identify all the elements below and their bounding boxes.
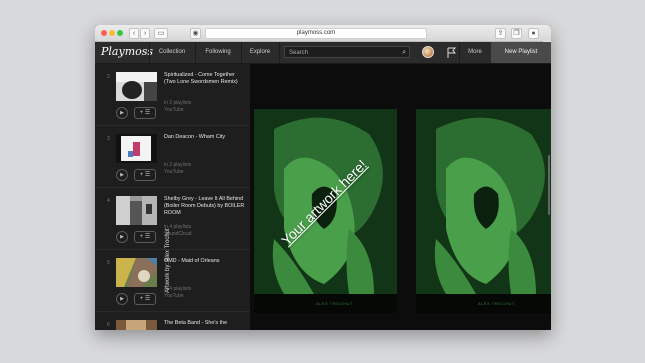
search-input[interactable]: Search ⌕ xyxy=(284,46,410,58)
poster-caption: ALEX TROCHUT xyxy=(478,301,515,306)
list-item[interactable]: 5 OMD - Maid of Orleans in 4 playlists Y… xyxy=(95,250,250,312)
app-nav: Playmoss Collection Following Explore Se… xyxy=(95,42,551,64)
play-button[interactable]: ▶ xyxy=(116,107,128,119)
artwork-poster-right: ALEX TROCHUT xyxy=(416,109,551,313)
nav-following[interactable]: Following xyxy=(195,42,241,63)
add-to-playlist-button[interactable]: + ☰ xyxy=(134,169,156,181)
track-source: YouTube xyxy=(164,169,184,175)
track-title[interactable]: Spiritualized - Come Together (Two Lone … xyxy=(164,72,248,86)
track-thumbnail[interactable] xyxy=(116,320,157,330)
track-title[interactable]: Shelby Grey - Leave It All Behind (Boile… xyxy=(164,196,248,217)
track-number: 3 xyxy=(107,136,110,142)
track-number: 5 xyxy=(107,260,110,266)
flag-icon[interactable] xyxy=(446,47,456,58)
track-playlists[interactable]: in 2 playlists xyxy=(164,162,191,168)
artwork-area: ALEX TROCHUT ALEX TROCHUT xyxy=(250,64,551,330)
browser-toolbar: ‹ › ▭ ◉ playmoss.com ⇪ ❐ ● xyxy=(95,25,551,42)
track-thumbnail[interactable] xyxy=(116,134,157,163)
track-title[interactable]: The Beta Band - She's the xyxy=(164,320,248,327)
sidebar-toggle-icon[interactable]: ▭ xyxy=(154,28,168,39)
track-list: 2 Spiritualized - Come Together (Two Lon… xyxy=(95,64,250,330)
nav-divider xyxy=(279,42,280,63)
add-to-playlist-button[interactable]: + ☰ xyxy=(134,231,156,243)
scrollbar[interactable] xyxy=(548,155,550,215)
user-avatar[interactable] xyxy=(422,46,434,58)
browser-window: ‹ › ▭ ◉ playmoss.com ⇪ ❐ ● + Playmoss Co… xyxy=(95,25,551,330)
zoom-window-button[interactable] xyxy=(117,30,123,36)
track-source: YouTube xyxy=(164,107,184,113)
nav-collection[interactable]: Collection xyxy=(149,42,195,63)
playmoss-logo[interactable]: Playmoss xyxy=(101,45,153,58)
back-icon[interactable]: ‹ xyxy=(129,28,139,39)
track-number: 4 xyxy=(107,198,110,204)
forward-icon[interactable]: › xyxy=(140,28,150,39)
search-placeholder: Search xyxy=(289,50,309,56)
list-item[interactable]: 2 Spiritualized - Come Together (Two Lon… xyxy=(95,64,250,126)
extension-icon[interactable]: ● xyxy=(528,28,539,39)
track-number: 6 xyxy=(107,322,110,328)
track-playlists[interactable]: in 2 playlists xyxy=(164,100,191,106)
track-source: YouTube xyxy=(164,293,184,299)
nav-explore[interactable]: Explore xyxy=(241,42,279,63)
list-item[interactable]: 6 The Beta Band - She's the xyxy=(95,312,250,330)
close-window-button[interactable] xyxy=(101,30,107,36)
add-to-playlist-button[interactable]: + ☰ xyxy=(134,107,156,119)
minimize-window-button[interactable] xyxy=(109,30,115,36)
list-item[interactable]: 3 Dan Deacon - Wham City in 2 playlists … xyxy=(95,126,250,188)
play-button[interactable]: ▶ xyxy=(116,293,128,305)
add-to-playlist-button[interactable]: + ☰ xyxy=(134,293,156,305)
artwork-credit: Artwork by: Alex Trochut xyxy=(165,228,171,293)
new-playlist-button[interactable]: New Playlist xyxy=(491,42,551,63)
nav-more[interactable]: More xyxy=(459,42,491,63)
track-number: 2 xyxy=(107,74,110,80)
poster-caption: ALEX TROCHUT xyxy=(316,301,353,306)
track-title[interactable]: Dan Deacon - Wham City xyxy=(164,134,248,141)
search-icon[interactable]: ⌕ xyxy=(402,47,406,59)
tabs-icon[interactable]: ❐ xyxy=(511,28,522,39)
track-thumbnail[interactable] xyxy=(116,258,157,287)
track-title[interactable]: OMD - Maid of Orleans xyxy=(164,258,248,265)
privacy-shield-icon[interactable]: ◉ xyxy=(190,28,201,39)
track-thumbnail[interactable] xyxy=(116,72,157,101)
play-button[interactable]: ▶ xyxy=(116,169,128,181)
play-button[interactable]: ▶ xyxy=(116,231,128,243)
list-item[interactable]: 4 Shelby Grey - Leave It All Behind (Boi… xyxy=(95,188,250,250)
track-thumbnail[interactable] xyxy=(116,196,157,225)
address-bar[interactable]: playmoss.com xyxy=(205,28,427,39)
share-icon[interactable]: ⇪ xyxy=(495,28,506,39)
